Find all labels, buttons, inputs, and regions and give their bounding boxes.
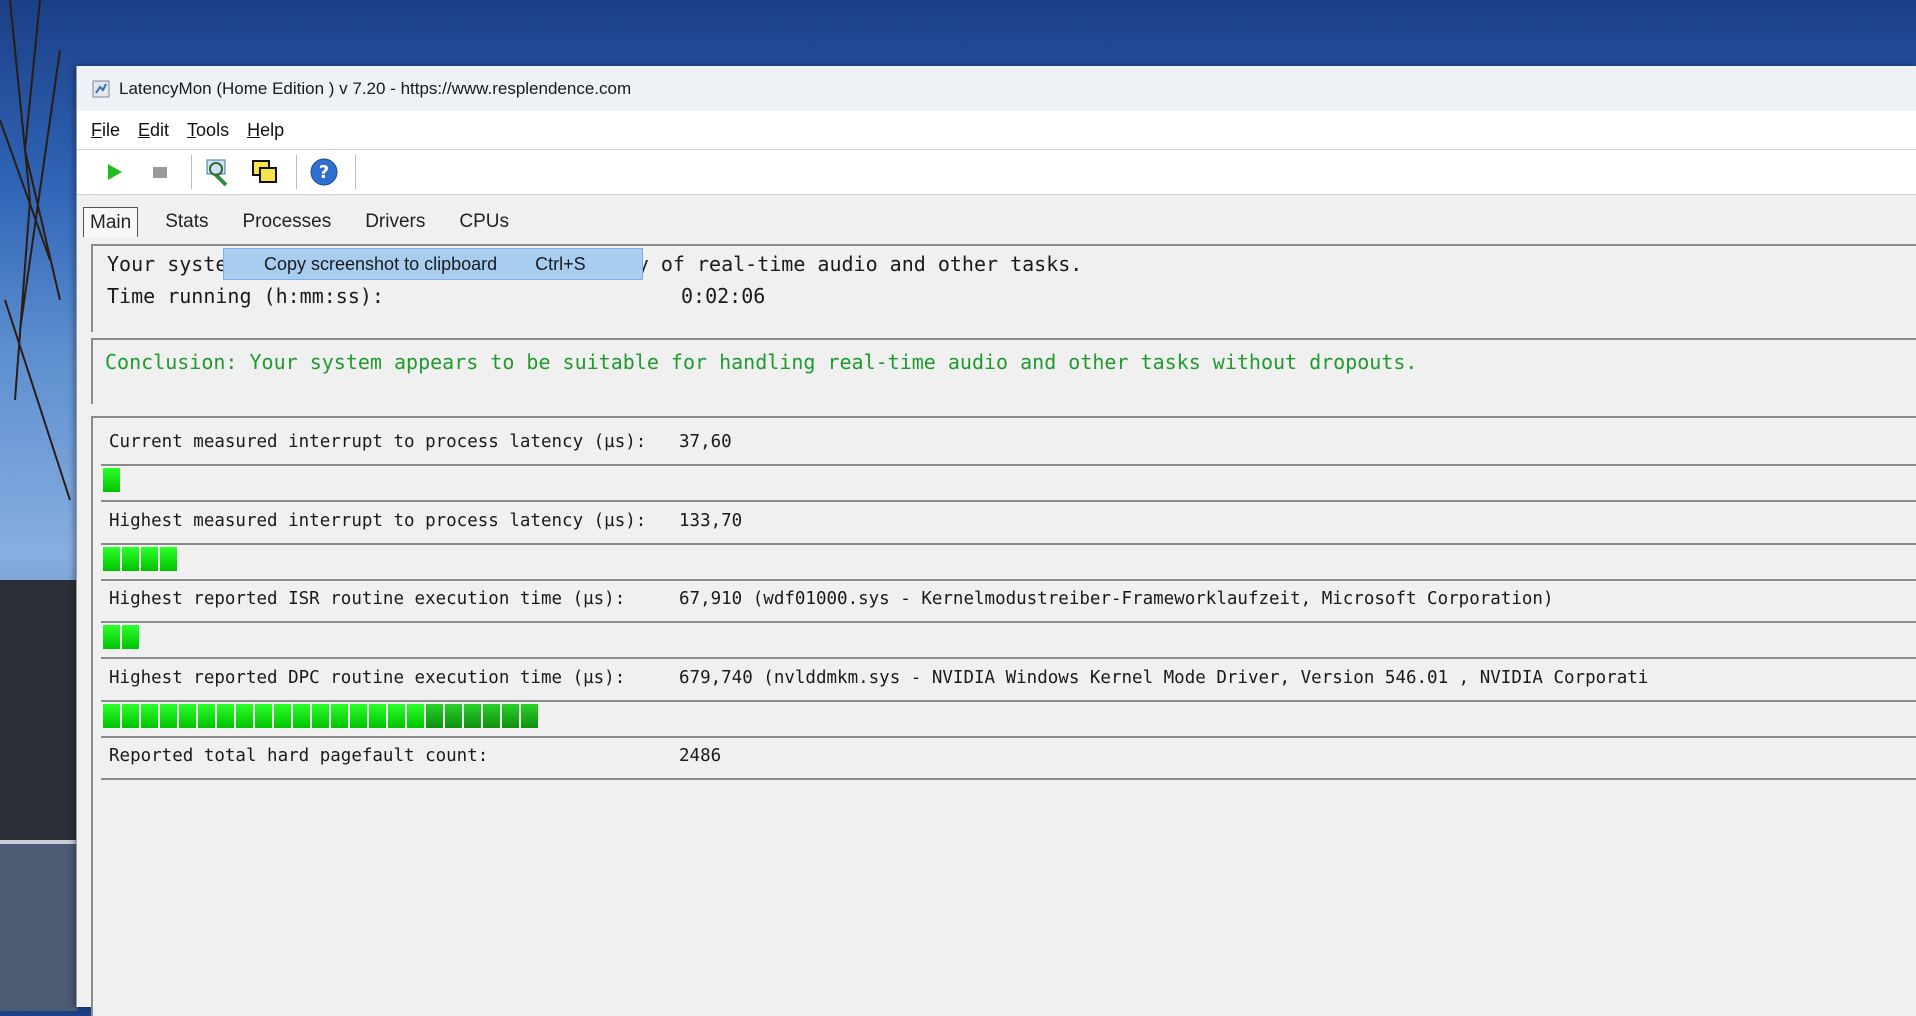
- bar-segment: [274, 704, 291, 728]
- screenshot-icon: [252, 160, 277, 183]
- bar-segment: [426, 704, 443, 728]
- context-menu-copy-screenshot[interactable]: Copy screenshot to clipboard Ctrl+S: [223, 248, 643, 280]
- bar-segment: [141, 547, 158, 571]
- metrics-panel: Current measured interrupt to process la…: [91, 416, 1916, 1016]
- bar-segment: [293, 704, 310, 728]
- bar-segment: [198, 704, 215, 728]
- bar-segment: [369, 704, 386, 728]
- bar-segment: [236, 704, 253, 728]
- bar-segment: [464, 704, 481, 728]
- bar-segment: [350, 704, 367, 728]
- bar-segment: [217, 704, 234, 728]
- svg-text:?: ?: [319, 162, 329, 183]
- tab-main[interactable]: Main: [83, 207, 139, 237]
- metric-label: Highest measured interrupt to process la…: [109, 511, 647, 531]
- menu-file[interactable]: File: [91, 120, 120, 141]
- tab-strip: Main Stats Processes Drivers CPUs: [77, 195, 1916, 237]
- metric-label: Highest reported DPC routine execution t…: [109, 668, 626, 688]
- menu-help[interactable]: Help: [247, 120, 284, 141]
- metric-value: 679,740 (nvlddmkm.sys - NVIDIA Windows K…: [679, 668, 1649, 688]
- latencymon-window: LatencyMon (Home Edition ) v 7.20 - http…: [76, 66, 1916, 1016]
- window-title: LatencyMon (Home Edition ) v 7.20 - http…: [119, 78, 632, 98]
- metric-value: 133,70: [679, 511, 743, 531]
- bar-segment: [141, 704, 158, 728]
- tab-drivers[interactable]: Drivers: [358, 206, 432, 237]
- latency-bar: [101, 464, 1916, 502]
- toolbar-separator: [191, 155, 192, 189]
- metric-value: 37,60: [679, 432, 732, 452]
- menu-bar: File Edit Tools Help: [77, 111, 1916, 150]
- metric-label: Current measured interrupt to process la…: [109, 432, 647, 452]
- stop-button[interactable]: [145, 157, 175, 187]
- help-button[interactable]: ?: [309, 157, 339, 187]
- time-running-label: Time running (h:mm:ss):: [107, 284, 384, 308]
- bar-segment: [160, 704, 177, 728]
- toolbar-separator: [296, 155, 297, 189]
- latency-bar: [101, 543, 1916, 581]
- pagefault-divider: [101, 778, 1916, 780]
- tab-processes[interactable]: Processes: [236, 206, 339, 237]
- bar-segment: [521, 704, 538, 728]
- time-running-value: 0:02:06: [681, 284, 766, 308]
- menu-tools[interactable]: Tools: [187, 120, 229, 141]
- bar-segment: [331, 704, 348, 728]
- latencymon-app-icon: [92, 80, 110, 97]
- bar-segment: [483, 704, 500, 728]
- bar-segment: [122, 625, 139, 649]
- latency-bar-fill: [103, 704, 540, 728]
- conclusion-text: Conclusion: Your system appears to be su…: [105, 350, 1418, 374]
- bar-segment: [255, 704, 272, 728]
- context-menu-label: Copy screenshot to clipboard: [264, 253, 498, 274]
- latency-bar-fill: [103, 547, 179, 571]
- metric-label: Reported total hard pagefault count:: [109, 746, 489, 766]
- analyze-icon: [206, 159, 228, 187]
- latency-bar: [101, 700, 1916, 738]
- bar-segment: [407, 704, 424, 728]
- menu-edit[interactable]: Edit: [138, 120, 169, 141]
- bar-segment: [160, 547, 177, 571]
- latency-bar-fill: [103, 625, 141, 649]
- help-icon: ?: [310, 158, 338, 186]
- metric-label: Highest reported ISR routine execution t…: [109, 589, 626, 609]
- bar-segment: [388, 704, 405, 728]
- bar-segment: [103, 547, 120, 571]
- bar-segment: [122, 704, 139, 728]
- copy-screenshot-button[interactable]: [250, 157, 280, 187]
- context-menu-shortcut: Ctrl+S: [535, 253, 586, 274]
- bar-segment: [103, 704, 120, 728]
- bar-segment: [103, 468, 120, 492]
- bar-segment: [122, 547, 139, 571]
- bar-segment: [445, 704, 462, 728]
- start-button[interactable]: [99, 157, 129, 187]
- bar-segment: [179, 704, 196, 728]
- latency-bar-fill: [103, 468, 122, 492]
- latency-bar: [101, 621, 1916, 659]
- play-icon: [108, 164, 122, 180]
- building-window-decoration: [0, 840, 78, 1011]
- toolbar: ?: [77, 150, 1916, 195]
- tab-stats[interactable]: Stats: [158, 206, 215, 237]
- toolbar-separator: [355, 155, 356, 189]
- title-bar[interactable]: LatencyMon (Home Edition ) v 7.20 - http…: [77, 66, 1916, 111]
- bar-segment: [502, 704, 519, 728]
- conclusion-panel: Conclusion: Your system appears to be su…: [91, 338, 1916, 404]
- tab-cpus[interactable]: CPUs: [452, 206, 516, 237]
- analyze-button[interactable]: [204, 157, 234, 187]
- bar-segment: [312, 704, 329, 728]
- bar-segment: [103, 625, 120, 649]
- stop-icon: [153, 167, 167, 178]
- metric-value: 2486: [679, 746, 722, 766]
- metric-value: 67,910 (wdf01000.sys - Kernelmodustreibe…: [679, 589, 1554, 609]
